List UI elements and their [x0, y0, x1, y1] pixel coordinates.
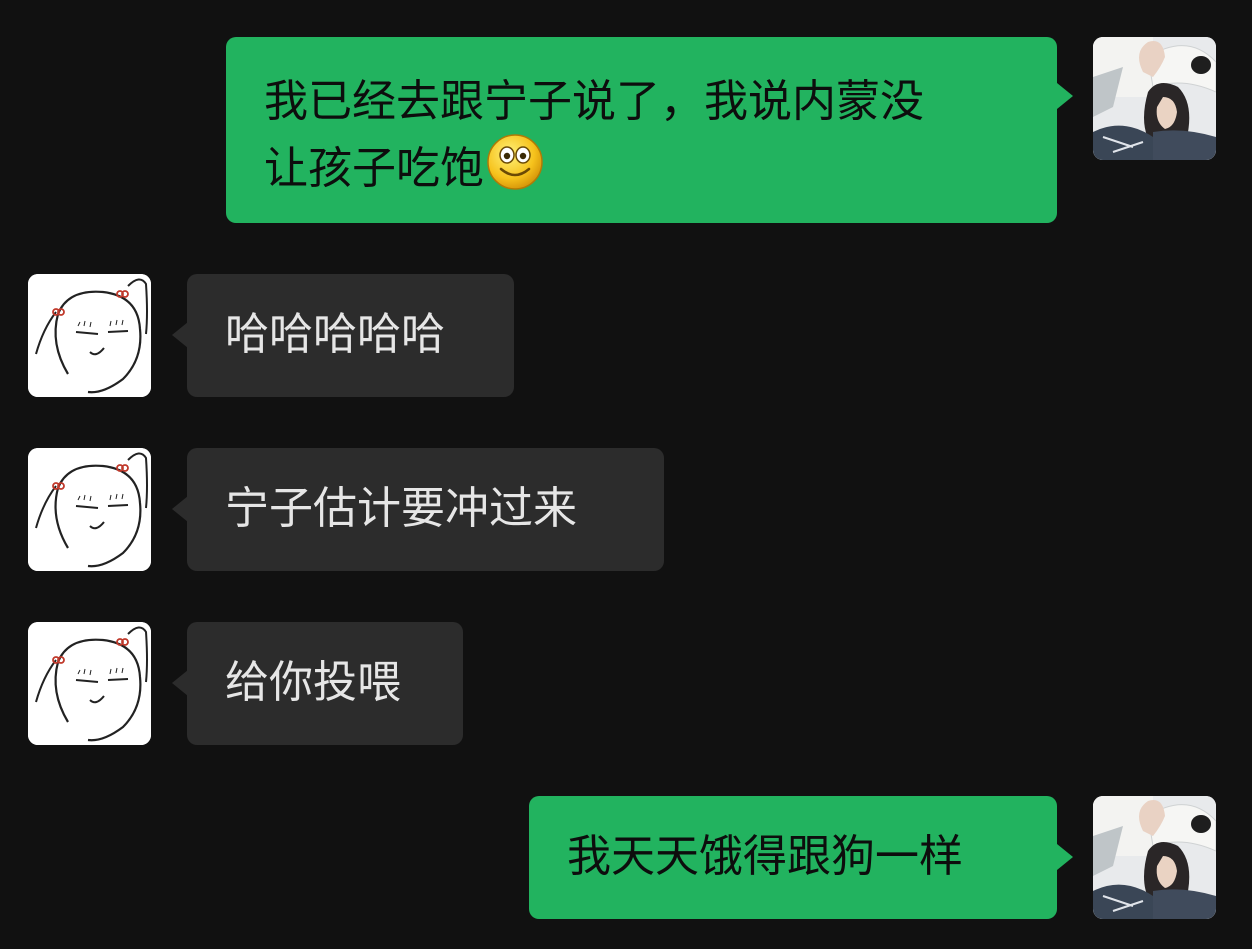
message-text-line: 我已经去跟宁子说了，我说内蒙没 [264, 76, 924, 127]
bubble-tail [1057, 83, 1073, 109]
contact-avatar[interactable] [28, 448, 151, 571]
contact-avatar[interactable] [28, 622, 151, 745]
message-text: 宁子估计要冲过来 [225, 483, 577, 534]
smiling-face-emoji-icon [486, 133, 544, 191]
doodle-girl-face-icon [28, 448, 151, 571]
message-text-line: 让孩子吃饱 [264, 143, 484, 194]
doodle-girl-face-icon [28, 622, 151, 745]
message-bubble[interactable]: 哈哈哈哈哈 [187, 274, 514, 397]
message-row-incoming: 给你投喂 [0, 622, 1252, 745]
girl-with-hat-photo-icon [1093, 796, 1216, 919]
message-bubble[interactable]: 我已经去跟宁子说了，我说内蒙没 让孩子吃饱 [226, 37, 1057, 223]
message-text: 我天天饿得跟狗一样 [567, 831, 963, 882]
message-row-outgoing: 我天天饿得跟狗一样 [0, 796, 1252, 919]
bubble-tail [172, 322, 188, 348]
message-row-outgoing: 我已经去跟宁子说了，我说内蒙没 让孩子吃饱 [0, 37, 1252, 223]
message-text: 哈哈哈哈哈 [225, 309, 445, 360]
message-bubble[interactable]: 我天天饿得跟狗一样 [529, 796, 1057, 919]
message-bubble[interactable]: 给你投喂 [187, 622, 463, 745]
message-row-incoming: 宁子估计要冲过来 [0, 448, 1252, 571]
doodle-girl-face-icon [28, 274, 151, 397]
message-bubble[interactable]: 宁子估计要冲过来 [187, 448, 664, 571]
message-row-incoming: 哈哈哈哈哈 [0, 274, 1252, 397]
contact-avatar[interactable] [28, 274, 151, 397]
message-text-line-wrapper: 让孩子吃饱 [264, 133, 1019, 200]
message-text: 给你投喂 [225, 657, 401, 708]
bubble-tail [1057, 844, 1073, 870]
self-avatar[interactable] [1093, 37, 1216, 160]
bubble-tail [172, 496, 188, 522]
self-avatar[interactable] [1093, 796, 1216, 919]
girl-with-hat-photo-icon [1093, 37, 1216, 160]
bubble-tail [172, 670, 188, 696]
